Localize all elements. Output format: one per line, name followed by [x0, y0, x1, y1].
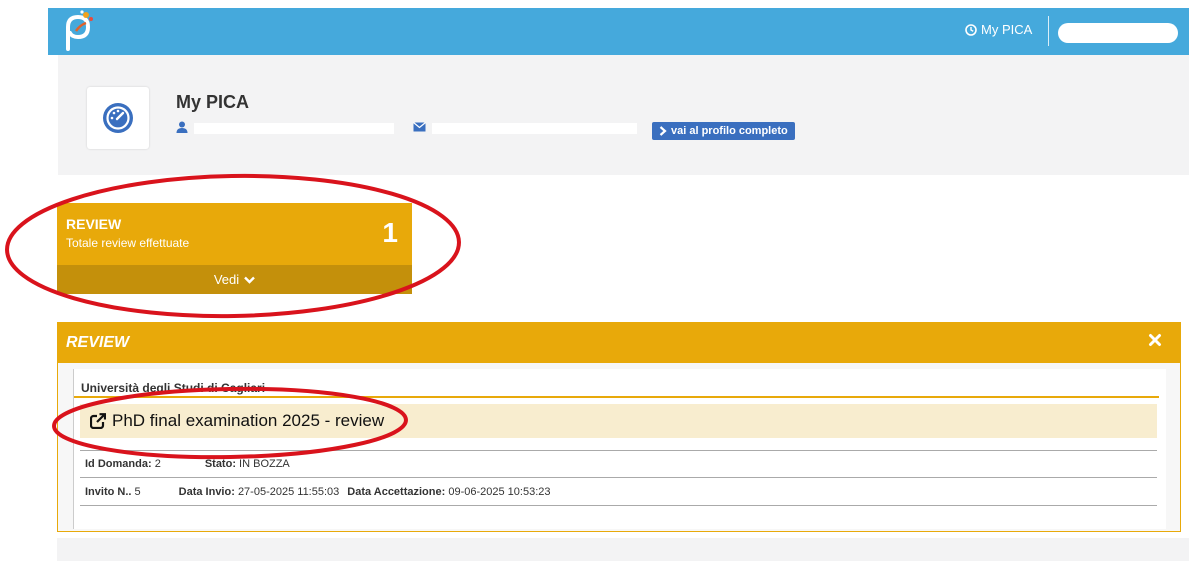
application-id-value: 2 [154, 458, 161, 470]
application-id-label: Id Domanda: [85, 458, 152, 470]
accepted-date-value: 09-06-2025 10:53:23 [448, 485, 551, 498]
user-email-redacted [432, 123, 637, 134]
my-pica-label: My PICA [981, 22, 1033, 37]
call-title: PhD final examination 2025 - review [112, 411, 385, 430]
top-navbar: My PICA [48, 8, 1189, 55]
call-link[interactable]: PhD final examination 2025 - review [80, 404, 1157, 438]
tile-title: REVIEW [66, 216, 122, 232]
envelope-icon [413, 122, 426, 132]
review-panel: REVIEW Università degli Studi di Cagliar… [57, 322, 1181, 532]
sent-date-label: Data Invio: [178, 485, 235, 498]
external-link-icon [90, 413, 106, 429]
chevron-down-icon [244, 276, 256, 284]
user-icon [176, 121, 188, 133]
dashboard-clock-icon [965, 23, 977, 36]
application-row: Id Domanda: 2 Stato: IN BOZZA [80, 450, 1157, 478]
show-reviews-button[interactable]: Vedi [57, 265, 412, 294]
user-name-redacted [194, 123, 394, 134]
application-id-redacted [162, 457, 191, 471]
accepted-date-label: Data Accettazione: [347, 485, 446, 498]
full-profile-button[interactable]: vai al profilo completo [652, 122, 795, 140]
sent-date-value: 27-05-2025 11:55:03 [237, 485, 340, 498]
chevron-right-icon [659, 126, 667, 136]
profile-header: My PICA vai al profilo completo [58, 55, 1189, 175]
show-reviews-label: Vedi [213, 272, 240, 287]
invite-number-label: Invito N.. [85, 485, 132, 498]
close-icon[interactable] [1148, 333, 1162, 347]
profile-icon-box [87, 87, 149, 149]
status-label: Stato: [204, 458, 236, 470]
dashboard-gauge-icon [103, 103, 133, 133]
user-menu-redacted[interactable] [1058, 23, 1178, 43]
university-name: Università degli Studi di Cagliari [81, 381, 266, 395]
invitation-row: Invito N.. 5 Data Invio: 27-05-2025 11:5… [80, 478, 1157, 506]
tile-subtitle: Totale review effettuate [66, 236, 190, 250]
invite-number-redacted [142, 484, 171, 499]
review-count: 1 [382, 217, 398, 248]
university-divider [74, 396, 1159, 398]
page-footer-band [57, 538, 1189, 561]
full-profile-label: vai al profilo completo [671, 125, 788, 137]
pica-logo-icon[interactable] [58, 9, 94, 53]
my-pica-link[interactable]: My PICA [965, 22, 1032, 37]
topbar-divider [1048, 16, 1049, 46]
page-title: My PICA [176, 92, 250, 112]
review-panel-header: REVIEW [58, 323, 1180, 363]
status-value: IN BOZZA [239, 458, 290, 470]
review-panel-body: Università degli Studi di Cagliari PhD f… [73, 369, 1166, 529]
invite-number-value: 5 [134, 485, 141, 498]
review-stat-tile: REVIEW Totale review effettuate 1 Vedi [57, 203, 412, 294]
review-panel-title: REVIEW [66, 334, 130, 351]
